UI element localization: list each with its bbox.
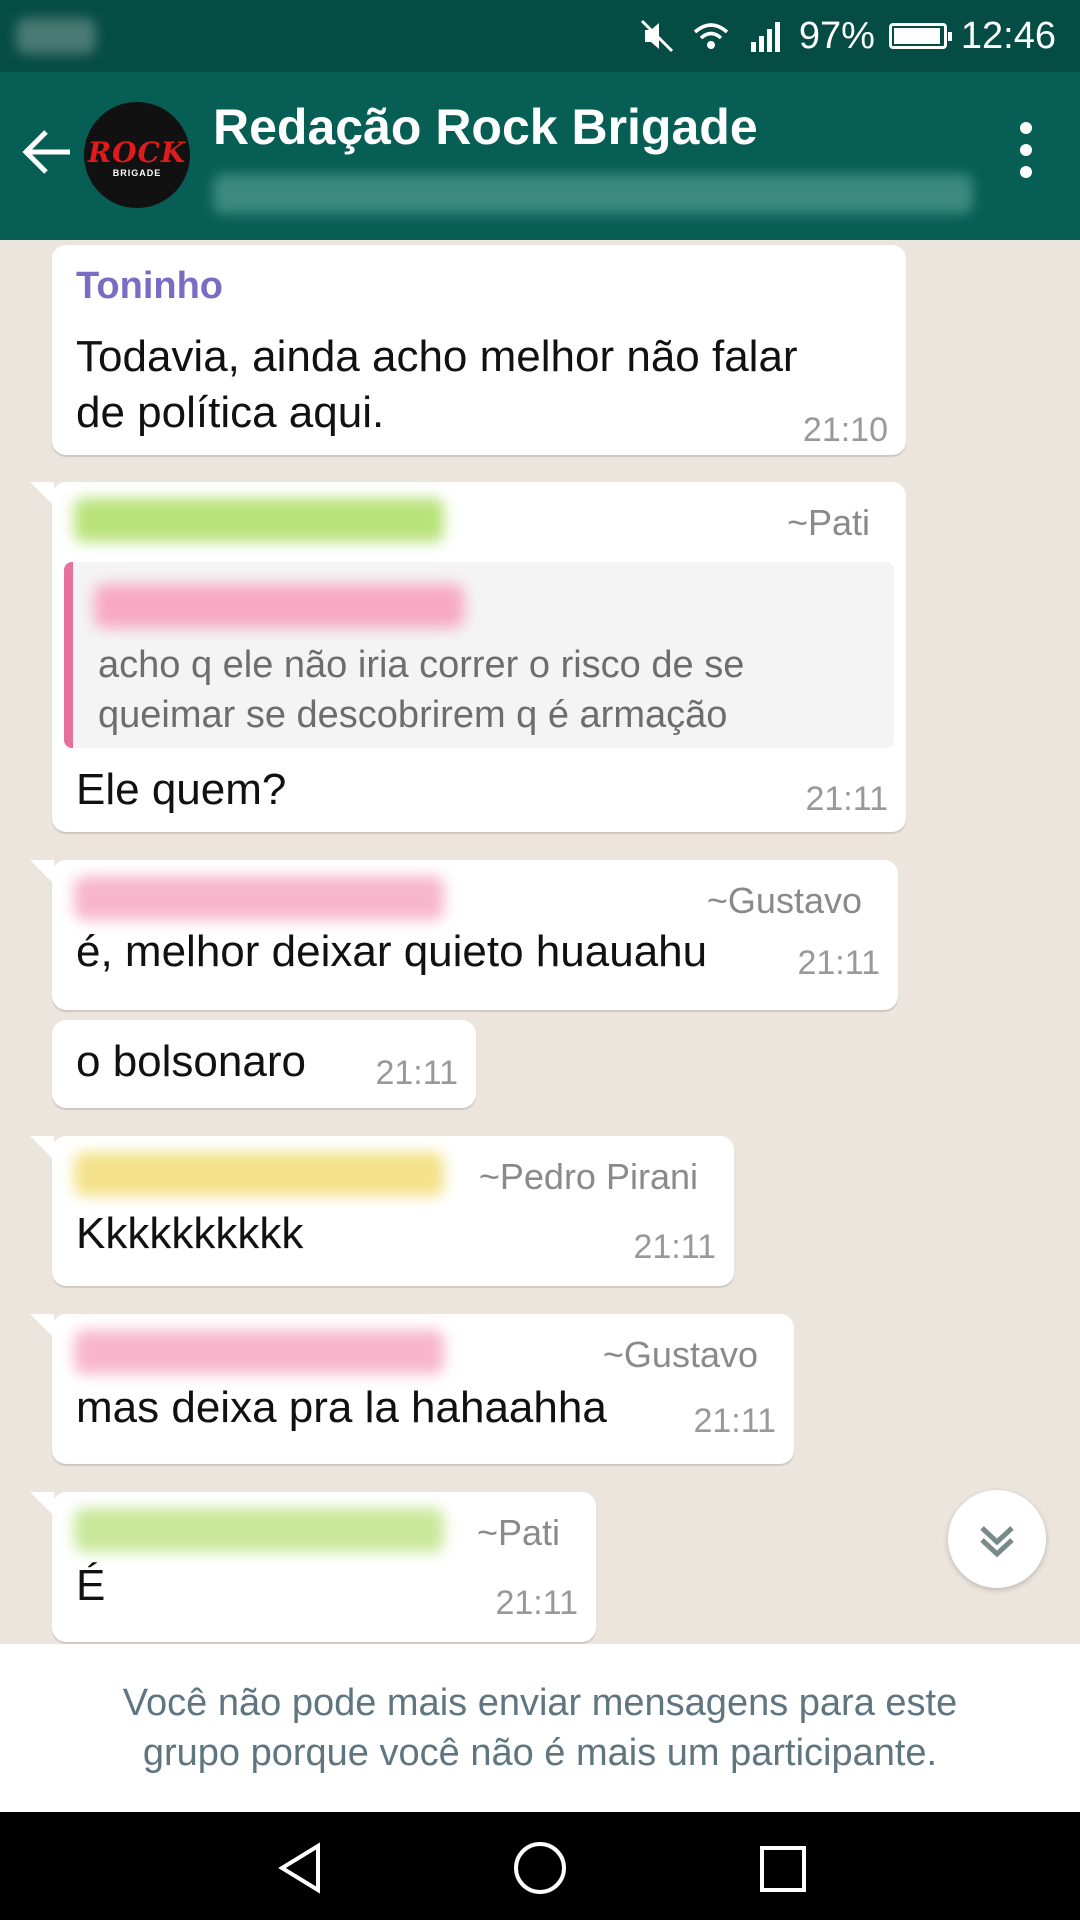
message-text: é, melhor deixar quieto huauahu (76, 927, 708, 976)
clock: 12:46 (960, 14, 1056, 57)
nav-recents-icon[interactable] (760, 1846, 806, 1892)
group-title[interactable]: Redação Rock Brigade (213, 98, 758, 156)
message-text: Todavia, ainda acho melhor não falar de … (76, 329, 798, 441)
message-text-line: de política aqui. (76, 388, 385, 437)
avatar-logo-subtext: BRIGADE (112, 168, 162, 178)
nav-back-icon[interactable] (276, 1842, 324, 1894)
status-bar: 97% 12:46 (0, 0, 1080, 72)
message-bubble[interactable]: ~Pati acho q ele não iria correr o risco… (30, 482, 906, 832)
sender-phone-blurred (74, 1152, 444, 1196)
message-time: 21:11 (495, 1584, 578, 1622)
status-bar-indicators: 97% 12:46 (637, 0, 1056, 72)
message-bubble[interactable]: Toninho Todavia, ainda acho melhor não f… (52, 245, 906, 455)
quoted-text: acho q ele não iria correr o risco de se… (98, 640, 744, 740)
back-arrow-icon[interactable] (18, 122, 78, 182)
sender-phone-blurred (74, 1330, 444, 1374)
message-time: 21:11 (797, 944, 880, 982)
sender-author: ~Gustavo (602, 1334, 758, 1375)
message-bubble[interactable]: ~Pedro Pirani Kkkkkkkkkk 21:11 (30, 1136, 734, 1286)
group-avatar[interactable]: ROCK BRIGADE (84, 102, 190, 208)
message-bubble[interactable]: ~Gustavo é, melhor deixar quieto huauahu… (30, 860, 898, 1010)
message-text: Ele quem? (76, 765, 287, 814)
quoted-text-line: queimar se descobrirem q é armação (98, 694, 728, 736)
quoted-message[interactable]: acho q ele não iria correr o risco de se… (64, 562, 894, 748)
quoted-sender-blurred (94, 584, 464, 628)
message-time: 21:11 (633, 1228, 716, 1266)
chat-header: ROCK BRIGADE Redação Rock Brigade (0, 72, 1080, 240)
message-time: 21:11 (375, 1054, 458, 1092)
message-text-line: Todavia, ainda acho melhor não falar (76, 332, 798, 381)
message-bubble[interactable]: ~Gustavo mas deixa pra la hahaahha 21:11 (30, 1314, 794, 1464)
sender-author: ~Pedro Pirani (478, 1156, 698, 1197)
cannot-send-notice: Você não pode mais enviar mensagens para… (0, 1644, 1080, 1812)
participants-subtitle-blurred[interactable] (213, 174, 973, 214)
quote-accent-bar (64, 562, 73, 748)
message-time: 21:11 (805, 780, 888, 818)
battery-icon (888, 23, 952, 49)
wifi-icon (693, 23, 728, 49)
message-time: 21:11 (693, 1402, 776, 1440)
avatar-logo-text: ROCK (87, 136, 187, 169)
message-text: Kkkkkkkkkk (76, 1209, 304, 1258)
quoted-text-line: acho q ele não iria correr o risco de se (98, 644, 745, 686)
overflow-menu-icon[interactable] (1014, 122, 1038, 192)
message-list[interactable]: Toninho Todavia, ainda acho melhor não f… (0, 240, 1080, 1644)
message-time: 21:10 (802, 411, 888, 449)
message-text: É (76, 1561, 106, 1610)
battery-percent: 97% (798, 14, 875, 57)
sender-author: ~Pati (786, 502, 870, 543)
notice-line: grupo porque você não é mais um particip… (142, 1732, 938, 1774)
notice-line: Você não pode mais enviar mensagens para… (122, 1682, 958, 1724)
system-navigation-bar (0, 1812, 1080, 1920)
sender-phone-blurred (74, 1508, 444, 1552)
sender-name: Toninho (76, 265, 224, 307)
message-bubble[interactable]: ~Pati É 21:11 (30, 1492, 596, 1642)
status-bar-blurred-info (16, 18, 96, 54)
double-chevron-down-icon (980, 1526, 1014, 1558)
sender-author: ~Pati (476, 1512, 560, 1553)
sender-phone-blurred (74, 876, 444, 920)
message-text: o bolsonaro (76, 1037, 306, 1086)
sender-phone-blurred (74, 498, 444, 542)
nav-home-icon[interactable] (514, 1842, 566, 1894)
signal-icon (750, 22, 780, 52)
scroll-to-bottom-button[interactable] (948, 1490, 1046, 1588)
message-text: mas deixa pra la hahaahha (76, 1383, 607, 1432)
mute-icon (640, 19, 673, 53)
message-bubble[interactable]: o bolsonaro 21:11 (52, 1020, 476, 1108)
sender-author: ~Gustavo (706, 880, 862, 921)
